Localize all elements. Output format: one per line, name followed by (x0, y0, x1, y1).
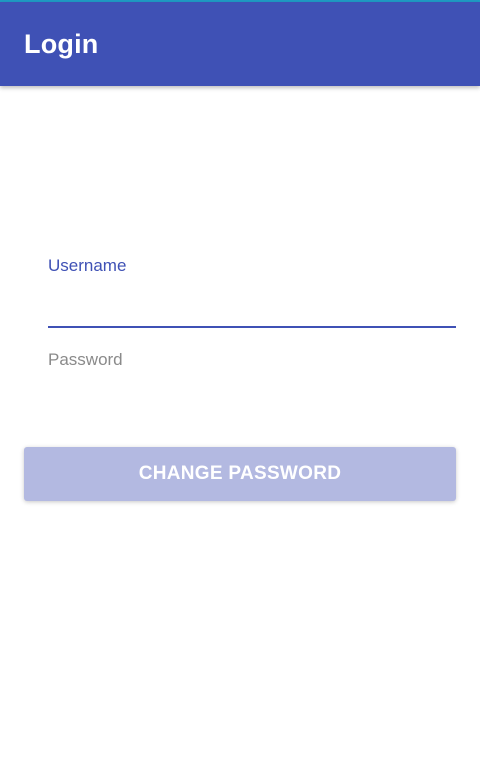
password-label: Password (48, 350, 123, 369)
username-underline (48, 326, 456, 328)
change-password-button[interactable]: CHANGE PASSWORD (24, 447, 456, 501)
password-field[interactable]: Password (48, 344, 456, 418)
password-input[interactable] (48, 378, 456, 418)
username-label: Username (48, 256, 127, 275)
login-form: Username Password CHANGE PASSWORD (0, 86, 480, 763)
username-field[interactable]: Username (48, 250, 456, 330)
username-input[interactable] (48, 284, 456, 324)
page-title: Login (24, 29, 99, 59)
app-bar: Login (0, 2, 480, 86)
